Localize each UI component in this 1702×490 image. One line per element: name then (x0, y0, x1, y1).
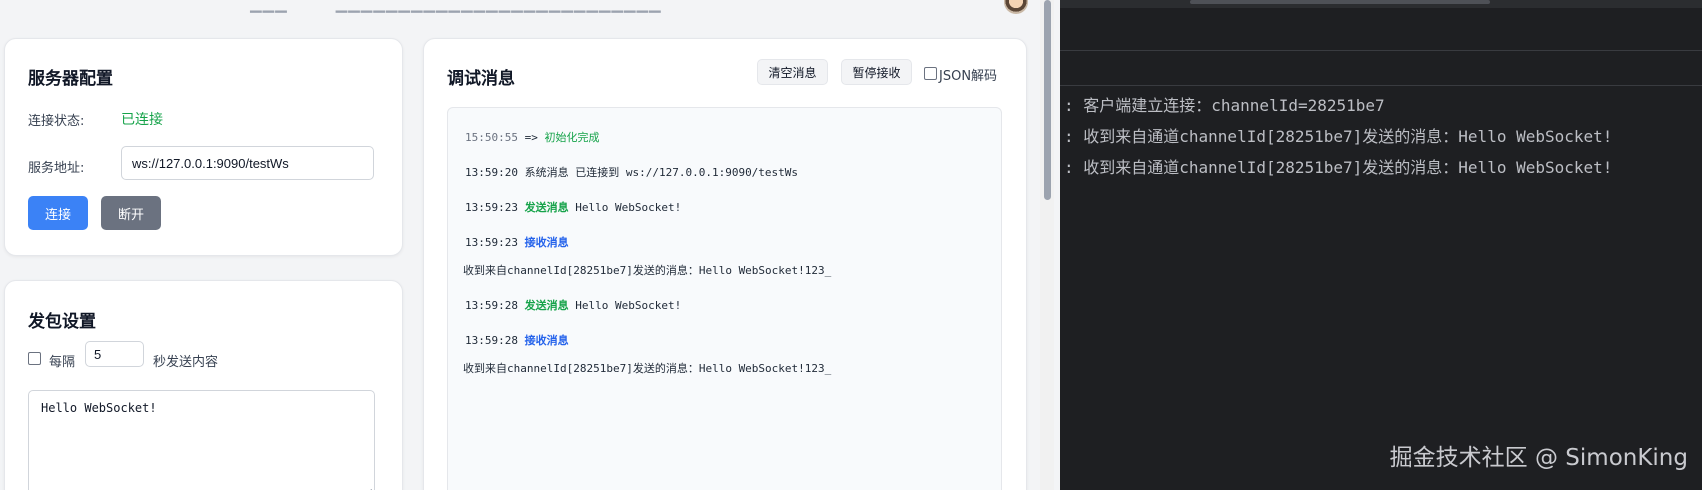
log-text: 已连接到 ws://127.0.0.1:9090/testWs (575, 166, 799, 179)
log-entry: 13:59:28 接收消息 (465, 332, 569, 348)
interval-suffix-label: 秒发送内容 (153, 355, 219, 370)
websocket-debug-app: ▁▁▁ ▁▁▁▁▁▁▁▁▁▁▁▁▁▁▁▁▁▁▁▁▁▁▁▁▁▁ 服务器配置 连接状… (0, 0, 1040, 490)
server-address-input[interactable] (121, 146, 374, 180)
log-time: 13:59:20 (465, 166, 518, 179)
log-type: 发送消息 (524, 299, 569, 312)
log-entry: 15:50:55 => 初始化完成 (465, 129, 599, 145)
log-time: 13:59:23 (465, 201, 518, 214)
log-entry: 13:59:28 发送消息 Hello WebSocket! (465, 297, 681, 313)
top-header-cut: ▁▁▁ ▁▁▁▁▁▁▁▁▁▁▁▁▁▁▁▁▁▁▁▁▁▁▁▁▁▁ (250, 0, 662, 13)
console-line: : 客户端建立连接：channelId=28251be7 (1064, 96, 1385, 115)
json-decode-checkbox[interactable] (924, 67, 937, 80)
packet-settings-card: 发包设置 每隔 秒发送内容 Hello WebSocket! (4, 280, 403, 490)
log-text: Hello WebSocket! (575, 201, 682, 214)
debug-messages-title: 调试消息 (447, 69, 515, 89)
log-type: 接收消息 (524, 334, 569, 347)
watermark: 掘金技术社区 @ SimonKing (1389, 445, 1688, 471)
log-text: 收到来自channelId[28251be7]发送的消息：Hello WebSo… (463, 362, 832, 375)
user-avatar[interactable] (1004, 0, 1028, 14)
log-text: 收到来自channelId[28251be7]发送的消息：Hello WebSo… (463, 264, 832, 277)
server-address-label: 服务地址: (28, 161, 85, 176)
console-line: : 收到来自通道channelId[28251be7]发送的消息：Hello W… (1064, 158, 1613, 177)
log-type: => (524, 131, 538, 144)
clear-messages-button[interactable]: 清空消息 (757, 59, 828, 85)
log-text: 初始化完成 (544, 131, 600, 144)
disconnect-button[interactable]: 断开 (101, 196, 161, 230)
log-time: 13:59:28 (465, 299, 518, 312)
message-log[interactable]: 15:50:55 => 初始化完成 13:59:20 系统消息 已连接到 ws:… (447, 107, 1002, 490)
connection-status-label: 连接状态: (28, 114, 85, 129)
interval-send-checkbox[interactable] (28, 352, 41, 365)
console-line: : 收到来自通道channelId[28251be7]发送的消息：Hello W… (1064, 127, 1613, 146)
log-type: 接收消息 (524, 236, 569, 249)
log-type: 系统消息 (524, 166, 569, 179)
interval-seconds-input[interactable] (85, 341, 144, 367)
log-entry: 13:59:23 接收消息 (465, 234, 569, 250)
connection-status-value: 已连接 (121, 112, 163, 128)
server-config-title: 服务器配置 (28, 69, 113, 89)
log-time: 15:50:55 (465, 131, 518, 144)
send-content-textarea[interactable]: Hello WebSocket! (28, 390, 375, 490)
log-text: Hello WebSocket! (575, 299, 682, 312)
log-time: 13:59:28 (465, 334, 518, 347)
packet-settings-title: 发包设置 (28, 312, 96, 332)
log-entry-body: 收到来自channelId[28251be7]发送的消息：Hello WebSo… (463, 262, 831, 278)
console-horizontal-scrollbar-thumb[interactable] (1190, 0, 1490, 4)
server-config-card: 服务器配置 连接状态: 已连接 服务地址: 连接 断开 (4, 38, 403, 256)
ide-console: : 客户端建立连接：channelId=28251be7 : 收到来自通道cha… (1060, 0, 1702, 490)
log-entry: 13:59:20 系统消息 已连接到 ws://127.0.0.1:9090/t… (465, 164, 798, 180)
json-decode-label: JSON解码 (939, 69, 998, 84)
pause-receive-button[interactable]: 暂停接收 (841, 59, 912, 85)
send-content-text: Hello WebSocket! (41, 401, 157, 415)
log-time: 13:59:23 (465, 236, 518, 249)
log-entry: 13:59:23 发送消息 Hello WebSocket! (465, 199, 681, 215)
page-scrollbar-thumb[interactable] (1044, 0, 1051, 200)
log-entry-body: 收到来自channelId[28251be7]发送的消息：Hello WebSo… (463, 360, 831, 376)
console-subtoolbar (1060, 51, 1702, 86)
log-type: 发送消息 (524, 201, 569, 214)
interval-prefix-label: 每隔 (49, 355, 76, 370)
connect-button[interactable]: 连接 (28, 196, 88, 230)
console-toolbar (1060, 8, 1702, 51)
